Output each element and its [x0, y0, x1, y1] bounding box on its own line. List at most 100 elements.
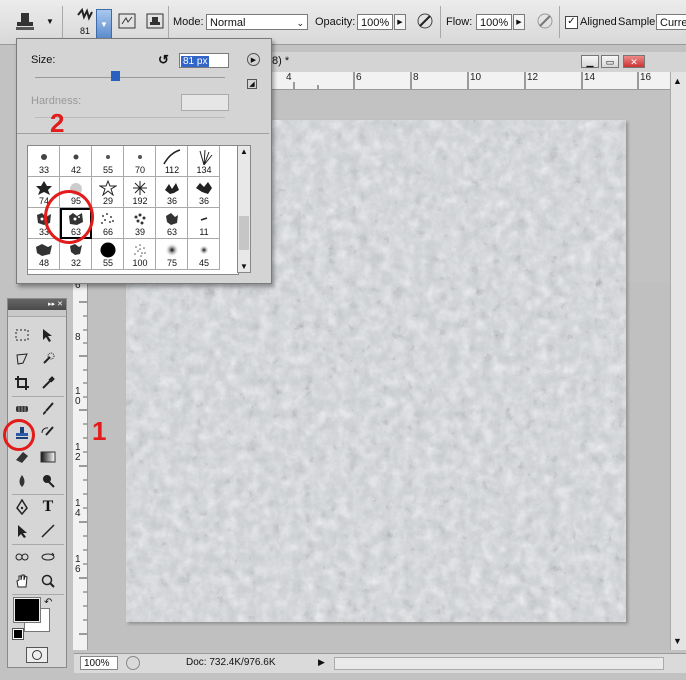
- brush-preset-size: 36: [166, 196, 177, 206]
- brush-preset[interactable]: 33: [28, 146, 60, 177]
- default-colors-icon[interactable]: [12, 628, 24, 640]
- tools-panel-grip[interactable]: [8, 310, 66, 317]
- pen-tool-icon[interactable]: [12, 497, 32, 517]
- swap-colors-icon[interactable]: ↶: [44, 597, 52, 608]
- toggle-clone-source-panel-icon[interactable]: [146, 12, 164, 30]
- tool-preset-dropdown-arrow[interactable]: ▼: [46, 17, 54, 26]
- history-brush-tool-icon[interactable]: [38, 423, 58, 443]
- hand-tool-icon[interactable]: [12, 571, 32, 591]
- spray-brush-icon: [124, 241, 156, 259]
- gradient-tool-icon[interactable]: [38, 447, 58, 467]
- marquee-tool-icon[interactable]: [12, 325, 32, 345]
- ruler-label: 14: [584, 72, 596, 83]
- brush-preset[interactable]: 29: [92, 177, 124, 208]
- picker-menu-button[interactable]: ▶: [247, 53, 260, 66]
- line-tool-icon[interactable]: [38, 521, 58, 541]
- horizontal-scrollbar[interactable]: [334, 657, 664, 670]
- quick-selection-tool-icon[interactable]: [38, 349, 58, 369]
- foreground-color-swatch[interactable]: [13, 597, 41, 623]
- brush-preset-size: 66: [102, 227, 113, 237]
- brush-preset-size: 32: [70, 258, 81, 268]
- blur-tool-icon[interactable]: [12, 471, 32, 491]
- scroll-up-arrow[interactable]: ▲: [673, 76, 682, 86]
- dash-brush-icon: [188, 210, 220, 228]
- brush-preset[interactable]: 66: [92, 208, 124, 239]
- scroll-down-arrow[interactable]: ▼: [673, 636, 682, 646]
- brush-preset-size: 48: [38, 258, 49, 268]
- aligned-checkbox[interactable]: ✓: [565, 16, 578, 29]
- zoom-tool-icon[interactable]: [38, 571, 58, 591]
- hardness-label: Hardness:: [31, 95, 82, 107]
- size-slider-thumb[interactable]: [110, 71, 120, 81]
- 3d-orbit-tool-icon[interactable]: [38, 547, 58, 567]
- brush-preset[interactable]: 192: [124, 177, 156, 208]
- brush-preset[interactable]: 45: [188, 239, 220, 270]
- crop-tool-icon[interactable]: [12, 373, 32, 393]
- new-preset-icon[interactable]: ◢: [247, 79, 257, 89]
- sample-select[interactable]: Curre: [656, 14, 686, 30]
- chalk-brush-icon: [156, 210, 188, 228]
- tablet-pressure-opacity-icon[interactable]: [416, 12, 434, 30]
- scrollbar-thumb[interactable]: [239, 216, 249, 250]
- close-button[interactable]: ✕: [623, 55, 645, 68]
- flow-input[interactable]: 100%: [476, 14, 512, 30]
- brush-preset[interactable]: 63: [156, 208, 188, 239]
- brush-preset-size: 112: [164, 165, 180, 175]
- brush-preset[interactable]: 55: [92, 146, 124, 177]
- zoom-input[interactable]: 100%: [80, 656, 118, 670]
- dodge-tool-icon[interactable]: [38, 471, 58, 491]
- eyedropper-tool-icon[interactable]: [38, 373, 58, 393]
- zoom-icon[interactable]: [126, 656, 140, 670]
- clone-stamp-tool-preset-icon[interactable]: [12, 8, 38, 34]
- status-menu-arrow[interactable]: ▶: [318, 657, 325, 668]
- brush-preset-size: 70: [134, 165, 145, 175]
- annotation-circle-tool: [3, 419, 35, 451]
- brush-preset[interactable]: 100: [124, 239, 156, 270]
- brush-preset-size: 29: [102, 196, 113, 206]
- spot-healing-brush-icon[interactable]: [12, 399, 32, 419]
- mode-select[interactable]: Normal ⌄: [206, 14, 308, 30]
- ruler-label: 2: [75, 452, 81, 463]
- brush-preset-picker: Size: ↺ 81 px ▶ ◢ Hardness: 33 42 55 70 …: [16, 38, 272, 284]
- type-tool-icon[interactable]: T: [38, 497, 58, 517]
- brush-preset[interactable]: 42: [60, 146, 92, 177]
- flow-slider-arrow[interactable]: ▶: [513, 14, 525, 30]
- brush-grid-scrollbar[interactable]: ▲ ▼: [237, 145, 251, 273]
- brush-preset[interactable]: 112: [156, 146, 188, 177]
- quick-mask-mode-button[interactable]: [26, 647, 48, 663]
- opacity-input[interactable]: 100%: [357, 14, 393, 30]
- scroll-down-arrow[interactable]: ▼: [240, 262, 248, 271]
- brush-preview[interactable]: 81: [74, 7, 96, 38]
- brush-preset[interactable]: 134: [188, 146, 220, 177]
- opacity-slider-arrow[interactable]: ▶: [394, 14, 406, 30]
- brush-tool-icon[interactable]: [38, 399, 58, 419]
- size-slider-track[interactable]: [35, 77, 225, 78]
- vertical-scrollbar[interactable]: ▲ ▼: [670, 72, 686, 650]
- brush-preset[interactable]: 70: [124, 146, 156, 177]
- move-tool-icon[interactable]: [38, 325, 58, 345]
- brush-preset[interactable]: 36: [156, 177, 188, 208]
- 3d-rotate-tool-icon[interactable]: [12, 547, 32, 567]
- toggle-brush-panel-icon[interactable]: [118, 12, 136, 30]
- soft-dot-icon: [92, 148, 124, 166]
- brush-picker-dropdown-button[interactable]: ▼: [96, 9, 112, 39]
- tools-panel-header[interactable]: ▸▸ ✕: [8, 299, 66, 310]
- scroll-up-arrow[interactable]: ▲: [240, 147, 248, 156]
- airbrush-icon[interactable]: [536, 12, 554, 30]
- restore-button[interactable]: ▭: [601, 55, 619, 68]
- brush-preset[interactable]: 36: [188, 177, 220, 208]
- brush-preset[interactable]: 55: [92, 239, 124, 270]
- brush-preset[interactable]: 11: [188, 208, 220, 239]
- size-input[interactable]: 81 px: [179, 53, 229, 68]
- hardness-input[interactable]: [181, 94, 229, 111]
- ruler-label: 6: [356, 72, 362, 83]
- path-selection-tool-icon[interactable]: [12, 521, 32, 541]
- minimize-button[interactable]: ▁: [581, 55, 599, 68]
- reset-size-icon[interactable]: ↺: [158, 52, 169, 68]
- brush-preset[interactable]: 48: [28, 239, 60, 270]
- brush-preset[interactable]: 75: [156, 239, 188, 270]
- ruler-label: 12: [527, 72, 539, 83]
- separator: [12, 494, 64, 495]
- lasso-tool-icon[interactable]: [12, 349, 32, 369]
- brush-preset[interactable]: 39: [124, 208, 156, 239]
